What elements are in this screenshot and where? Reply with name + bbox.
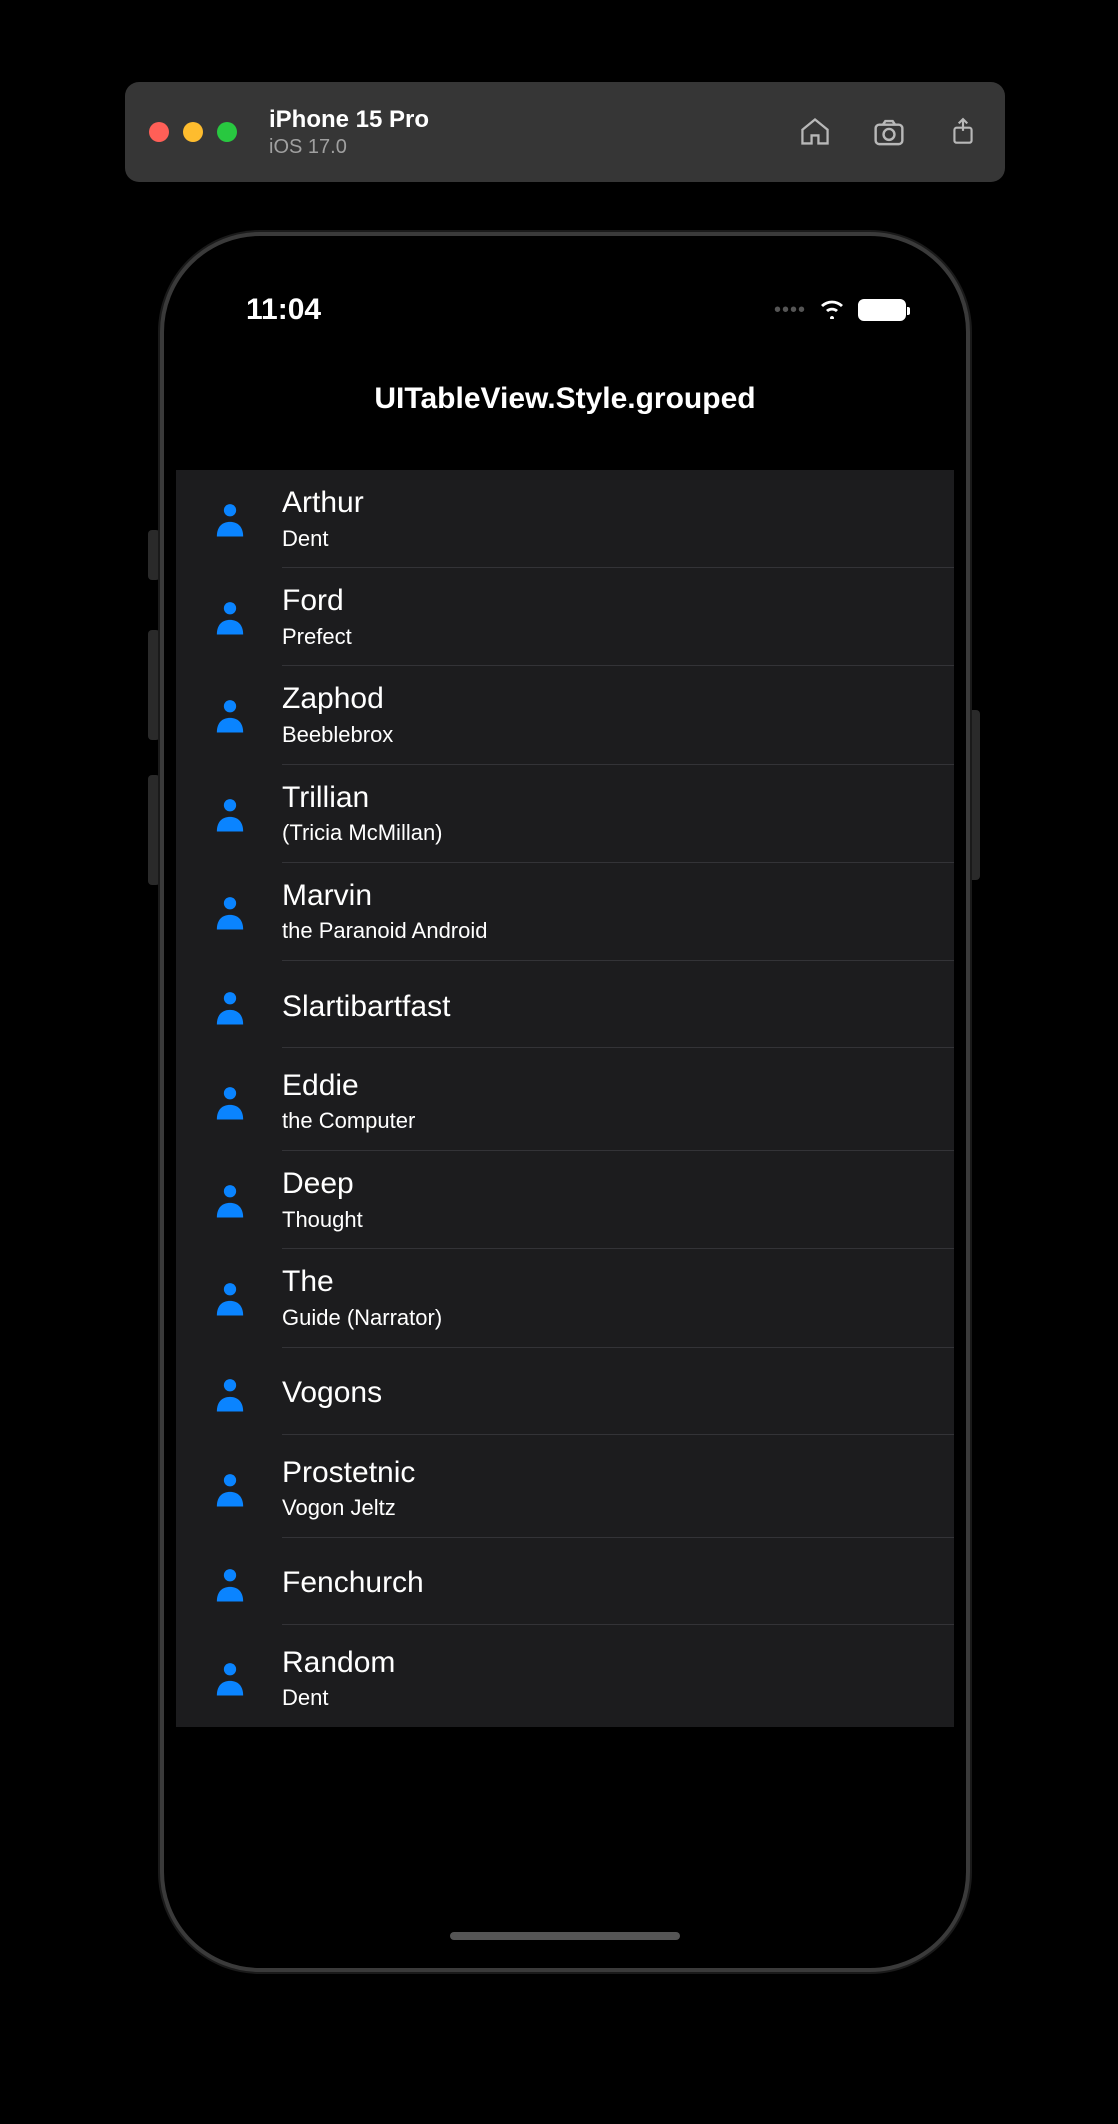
- cell-content: RandomDent: [282, 1630, 954, 1727]
- status-indicators: ••••: [774, 297, 906, 324]
- cell-title: Fenchurch: [282, 1556, 930, 1610]
- person-icon: [208, 1375, 252, 1413]
- cell-subtitle: Thought: [282, 1205, 930, 1235]
- cell-subtitle: the Paranoid Android: [282, 916, 930, 946]
- table-row[interactable]: Vogons: [176, 1348, 954, 1440]
- cell-subtitle: (Tricia McMillan): [282, 818, 930, 848]
- cell-subtitle: Beeblebrox: [282, 720, 930, 750]
- cell-subtitle: Dent: [282, 524, 930, 554]
- window-controls: [149, 122, 237, 142]
- home-icon[interactable]: [797, 114, 833, 150]
- person-icon: [208, 795, 252, 833]
- table-row[interactable]: Marvinthe Paranoid Android: [176, 863, 954, 961]
- phone-volume-up: [148, 630, 160, 740]
- cell-title: Eddie: [282, 1067, 930, 1105]
- cell-title: Arthur: [282, 484, 930, 522]
- home-indicator[interactable]: [450, 1932, 680, 1940]
- battery-icon: [858, 299, 906, 321]
- cell-title: Ford: [282, 582, 930, 620]
- person-icon: [208, 893, 252, 931]
- cell-content: ProstetnicVogon Jeltz: [282, 1440, 954, 1538]
- cell-content: TheGuide (Narrator): [282, 1249, 954, 1347]
- cell-subtitle: Dent: [282, 1683, 930, 1713]
- cell-content: ZaphodBeeblebrox: [282, 666, 954, 764]
- cell-content: FordPrefect: [282, 568, 954, 666]
- person-icon: [208, 1565, 252, 1603]
- wifi-icon: [818, 297, 846, 324]
- screenshot-icon[interactable]: [871, 114, 907, 150]
- content-area: UITableView.Style.grouped ArthurDentFord…: [176, 348, 954, 1956]
- simulator-os-version: iOS 17.0: [269, 136, 797, 159]
- person-icon: [208, 598, 252, 636]
- table-row[interactable]: Trillian(Tricia McMillan): [176, 765, 954, 863]
- cell-content: Slartibartfast: [282, 966, 954, 1049]
- cell-content: Eddiethe Computer: [282, 1053, 954, 1151]
- person-icon: [208, 1279, 252, 1317]
- zoom-window-button[interactable]: [217, 122, 237, 142]
- table-row[interactable]: ZaphodBeeblebrox: [176, 666, 954, 764]
- person-icon: [208, 988, 252, 1026]
- simulator-title-block: iPhone 15 Pro iOS 17.0: [269, 106, 797, 159]
- cell-subtitle: Vogon Jeltz: [282, 1493, 930, 1523]
- phone-screen: 11:04 •••• UITableView.Style.grouped Art…: [176, 248, 954, 1956]
- cell-content: Vogons: [282, 1352, 954, 1435]
- cell-title: Prostetnic: [282, 1454, 930, 1492]
- cell-content: Marvinthe Paranoid Android: [282, 863, 954, 961]
- table-row[interactable]: Slartibartfast: [176, 961, 954, 1053]
- table-row[interactable]: TheGuide (Narrator): [176, 1249, 954, 1347]
- person-icon: [208, 1181, 252, 1219]
- cell-title: Slartibartfast: [282, 980, 930, 1034]
- cell-subtitle: Prefect: [282, 622, 930, 652]
- phone-volume-down: [148, 775, 160, 885]
- person-icon: [208, 1470, 252, 1508]
- person-icon: [208, 1659, 252, 1697]
- cell-title: Marvin: [282, 877, 930, 915]
- table-row[interactable]: ProstetnicVogon Jeltz: [176, 1440, 954, 1538]
- cell-content: DeepThought: [282, 1151, 954, 1249]
- cell-title: Vogons: [282, 1366, 930, 1420]
- table-section: ArthurDentFordPrefectZaphodBeeblebroxTri…: [176, 470, 954, 1727]
- navigation-title: UITableView.Style.grouped: [176, 348, 954, 470]
- simulator-toolbar: [797, 114, 981, 150]
- table-row[interactable]: ArthurDent: [176, 470, 954, 568]
- cell-content: ArthurDent: [282, 470, 954, 568]
- person-icon: [208, 500, 252, 538]
- table-row[interactable]: RandomDent: [176, 1630, 954, 1727]
- phone-frame: 11:04 •••• UITableView.Style.grouped Art…: [160, 232, 970, 1972]
- minimize-window-button[interactable]: [183, 122, 203, 142]
- table-row[interactable]: Fenchurch: [176, 1538, 954, 1630]
- status-dots-icon: ••••: [774, 299, 806, 322]
- status-time: 11:04: [246, 293, 321, 327]
- phone-silent-switch: [148, 530, 160, 580]
- table-row[interactable]: FordPrefect: [176, 568, 954, 666]
- cell-content: Fenchurch: [282, 1542, 954, 1625]
- share-icon[interactable]: [945, 114, 981, 150]
- cell-title: Zaphod: [282, 680, 930, 718]
- person-icon: [208, 696, 252, 734]
- simulator-device-name: iPhone 15 Pro: [269, 106, 797, 134]
- dynamic-island: [472, 274, 658, 328]
- cell-content: Trillian(Tricia McMillan): [282, 765, 954, 863]
- cell-title: The: [282, 1263, 930, 1301]
- close-window-button[interactable]: [149, 122, 169, 142]
- cell-title: Trillian: [282, 779, 930, 817]
- table-row[interactable]: DeepThought: [176, 1151, 954, 1249]
- simulator-titlebar: iPhone 15 Pro iOS 17.0: [125, 82, 1005, 182]
- cell-title: Random: [282, 1644, 930, 1682]
- cell-subtitle: the Computer: [282, 1106, 930, 1136]
- table-row[interactable]: Eddiethe Computer: [176, 1053, 954, 1151]
- person-icon: [208, 1083, 252, 1121]
- cell-subtitle: Guide (Narrator): [282, 1303, 930, 1333]
- cell-title: Deep: [282, 1165, 930, 1203]
